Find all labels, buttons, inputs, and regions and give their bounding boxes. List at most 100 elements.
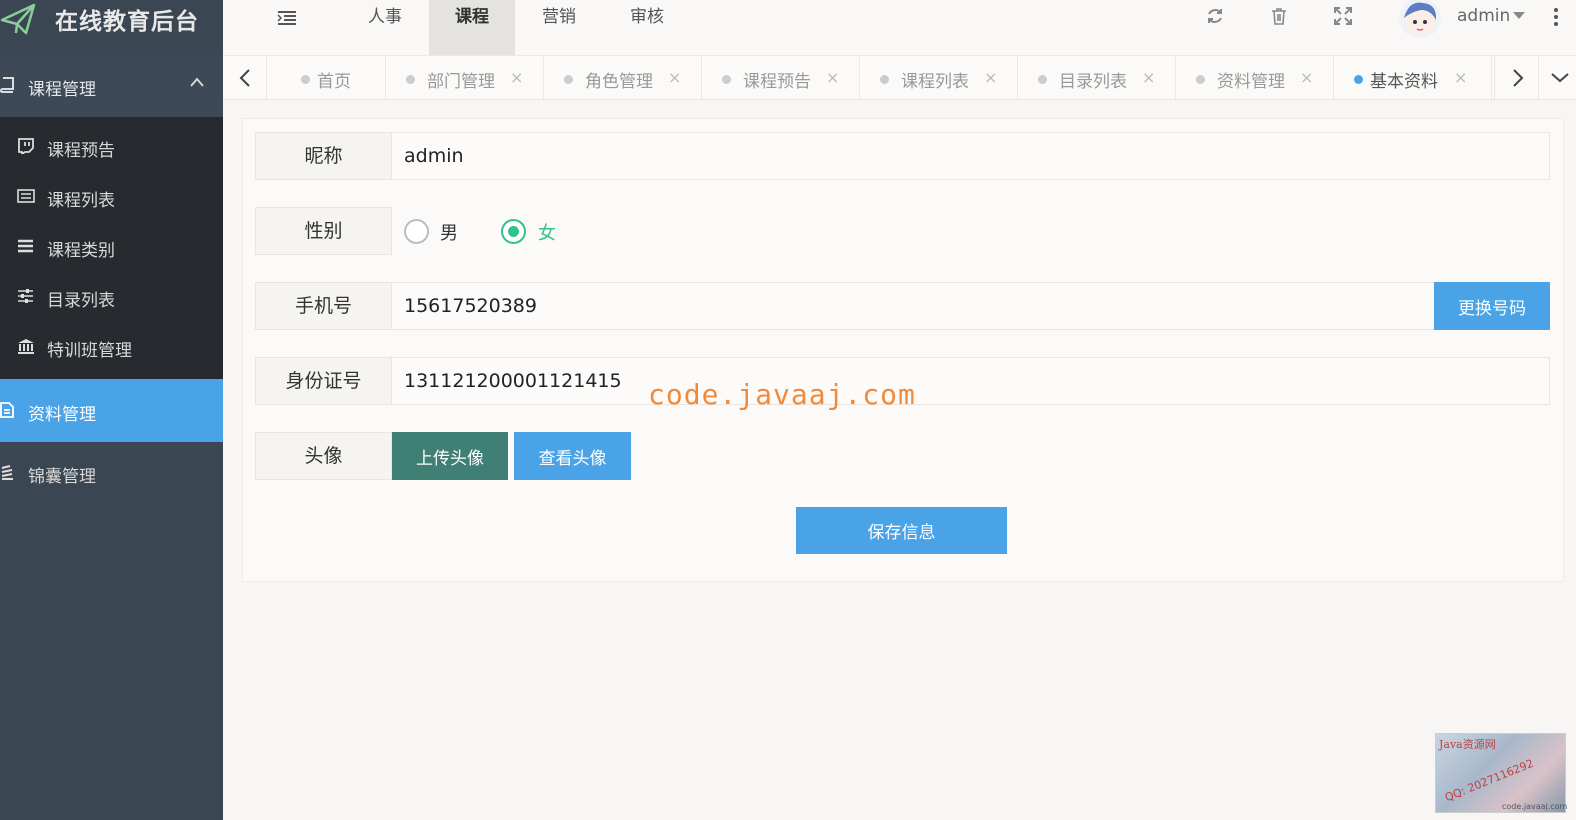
sidebar-item-catalog-list[interactable]: 目录列表 [0, 272, 223, 322]
menu-toggle-icon[interactable] [275, 10, 299, 26]
more-vertical-icon[interactable] [1553, 7, 1559, 27]
nav-hr[interactable]: 人事 [341, 0, 429, 55]
tab-label: 角色管理 [585, 72, 653, 92]
idcard-field[interactable]: 131121200001121415 [391, 357, 1550, 405]
tab-role[interactable]: 角色管理 × [544, 56, 702, 101]
list-icon [17, 189, 35, 203]
nav-course[interactable]: 课程 [429, 0, 515, 55]
tab-dot [301, 75, 310, 84]
avatar[interactable] [1399, 0, 1441, 38]
change-phone-button[interactable]: 更换号码 [1434, 282, 1550, 330]
tab-dot [564, 75, 573, 84]
tab-scroll-left[interactable] [223, 56, 267, 101]
sidebar-item-course-list[interactable]: 课程列表 [0, 172, 223, 222]
phone-label: 手机号 [255, 282, 392, 330]
sidebar-item-label: 特训班管理 [47, 341, 132, 361]
app-title: 在线教育后台 [55, 9, 199, 35]
tabs-bar: 首页 部门管理 × 角色管理 × 课程预告 × 课程列表 × 目录列表 × 资料… [223, 55, 1576, 101]
close-icon[interactable]: × [510, 68, 523, 87]
tab-basic-info[interactable]: 基本资料 × [1334, 56, 1492, 101]
nickname-label: 昵称 [255, 132, 392, 180]
fullscreen-icon[interactable] [1334, 7, 1352, 25]
close-icon[interactable]: × [1300, 68, 1313, 87]
file-icon [0, 402, 14, 418]
nickname-field[interactable]: admin [391, 132, 1550, 180]
user-name[interactable]: admin [1457, 6, 1510, 26]
tab-dept[interactable]: 部门管理 × [386, 56, 544, 101]
menu-group-course[interactable]: 课程管理 [0, 55, 223, 117]
caret-down-icon[interactable] [1513, 12, 1525, 20]
chevron-left-icon [239, 69, 250, 87]
sidebar-item-label: 目录列表 [47, 291, 115, 311]
sidebar-item-label: 课程预告 [47, 141, 115, 161]
book-icon [0, 77, 14, 93]
watermark-text: code.javaaj.com [648, 378, 916, 411]
sidebar-item-course-preview[interactable]: 课程预告 [0, 122, 223, 172]
top-header: 人事 课程 营销 审核 admin [223, 0, 1576, 55]
tab-dot [406, 75, 415, 84]
sliders-icon [18, 289, 33, 303]
nav-review[interactable]: 审核 [603, 0, 691, 55]
phone-row: 手机号 15617520389 更换号码 [255, 282, 1550, 330]
corner-ad-qq: QQ: 2027116292 [1443, 756, 1536, 805]
tab-dot [722, 75, 731, 84]
sidebar-item-course-category[interactable]: 课程类别 [0, 222, 223, 272]
tab-label: 基本资料 [1370, 72, 1438, 92]
menu-item-label: 锦囊管理 [28, 467, 96, 487]
tab-dot [1354, 75, 1363, 84]
stack-icon [1, 465, 13, 480]
gender-female-radio[interactable] [501, 219, 526, 244]
bank-icon [18, 339, 34, 354]
tab-course-preview[interactable]: 课程预告 × [702, 56, 860, 101]
tab-course-list[interactable]: 课程列表 × [860, 56, 1018, 101]
upload-avatar-button[interactable]: 上传头像 [392, 432, 508, 480]
tab-label: 资料管理 [1217, 72, 1285, 92]
close-icon[interactable]: × [668, 68, 681, 87]
twitch-icon [18, 138, 34, 154]
tab-scroll-right[interactable] [1494, 56, 1538, 101]
sidebar-item-label: 课程类别 [47, 241, 115, 261]
nav-marketing[interactable]: 营销 [515, 0, 603, 55]
avatar-label: 头像 [255, 432, 392, 480]
sidebar-item-materials[interactable]: 资料管理 [0, 379, 223, 442]
tab-dot [1038, 75, 1047, 84]
trash-icon[interactable] [1270, 7, 1288, 25]
tab-dot [1196, 75, 1205, 84]
close-icon[interactable]: × [1454, 68, 1467, 87]
logo: 在线教育后台 [0, 0, 223, 55]
close-icon[interactable]: × [826, 68, 839, 87]
paper-plane-icon [0, 3, 36, 35]
close-icon[interactable]: × [1142, 68, 1155, 87]
tab-options[interactable] [1538, 56, 1576, 101]
chevron-down-icon [1551, 73, 1569, 83]
submenu: 课程预告 课程列表 课程类别 目录列表 特训班管理 [0, 117, 223, 379]
menu-active-label: 资料管理 [28, 405, 96, 425]
sidebar-item-label: 课程列表 [47, 191, 115, 211]
avatar-image [1404, 2, 1437, 35]
tab-dot [880, 75, 889, 84]
gender-female-label[interactable]: 女 [538, 219, 556, 245]
sidebar-item-training-class[interactable]: 特训班管理 [0, 322, 223, 372]
tab-catalog[interactable]: 目录列表 × [1018, 56, 1176, 101]
tab-home[interactable]: 首页 [267, 56, 386, 101]
refresh-icon[interactable] [1206, 7, 1224, 25]
corner-ad-title: Java资源网 [1439, 738, 1496, 751]
nickname-row: 昵称 admin [255, 132, 1550, 180]
view-avatar-button[interactable]: 查看头像 [514, 432, 631, 480]
bars-icon [18, 239, 33, 253]
save-button[interactable]: 保存信息 [796, 507, 1007, 554]
chevron-right-icon [1513, 69, 1524, 87]
chevron-up-icon [190, 77, 204, 87]
close-icon[interactable]: × [984, 68, 997, 87]
menu-group-label: 课程管理 [28, 80, 96, 100]
corner-ad-url: code.javaaj.com [1502, 802, 1568, 811]
tab-label: 部门管理 [427, 72, 495, 92]
tab-materials[interactable]: 资料管理 × [1176, 56, 1334, 101]
gender-male-radio[interactable] [404, 219, 429, 244]
sidebar: 在线教育后台 课程管理 课程预告 课程列表 课程类别 目录列表 特训班管理 资料… [0, 0, 223, 820]
phone-field[interactable]: 15617520389 [391, 282, 1435, 330]
tab-label: 目录列表 [1059, 72, 1127, 92]
tab-label: 课程列表 [901, 72, 969, 92]
gender-male-label[interactable]: 男 [440, 219, 458, 245]
sidebar-item-tips[interactable]: 锦囊管理 [0, 442, 223, 504]
